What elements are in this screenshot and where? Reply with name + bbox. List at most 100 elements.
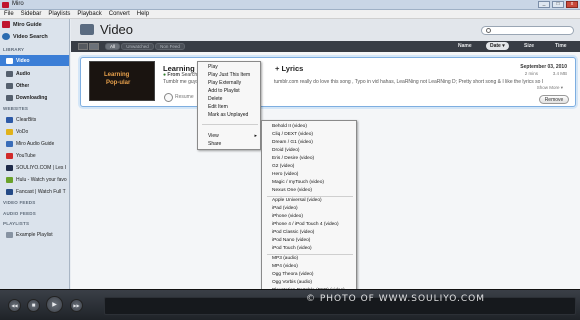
sidebar-item-video-search[interactable]: Video Search	[2, 33, 48, 40]
menu-item-play-externally[interactable]: Play Externally	[208, 80, 241, 86]
menu-item-view[interactable]: View	[208, 133, 219, 139]
sidebar-item-hulu[interactable]: Hulu - Watch your favo	[0, 174, 69, 185]
convert-option[interactable]: Droid (video)	[272, 148, 299, 153]
menu-item-add-to-playlist[interactable]: Add to Playlist	[208, 88, 240, 94]
menu-item-play-just-this-item[interactable]: Play Just This Item	[208, 72, 250, 78]
item-description: Tumblr me guys	[163, 79, 199, 85]
sidebar-item-downloading[interactable]: Downloading	[0, 92, 69, 103]
search-input[interactable]	[481, 26, 574, 35]
menu-item-mark-as-unplayed[interactable]: Mark as Unplayed	[208, 112, 248, 118]
menu-item-play[interactable]: Play	[208, 64, 218, 70]
item-size: 3.4 MB	[552, 71, 567, 76]
resume-button[interactable]: Resume	[175, 94, 194, 100]
player-bar: ◀◀ ■ ▶ ▶▶	[0, 289, 580, 320]
stop-button[interactable]: ■	[27, 299, 40, 312]
show-more-link[interactable]: Show More ▾	[537, 85, 563, 91]
thumbnail-text: Pop-ular	[106, 80, 131, 86]
sidebar-item-label: Hulu - Watch your favo	[16, 176, 67, 183]
thumbnail-text: Learning	[104, 72, 130, 78]
item-age: 2 mins	[524, 71, 538, 76]
filter-non-feed-button[interactable]: Non Feed	[155, 43, 185, 50]
sidebar-item-clearbits[interactable]: ClearBits	[0, 114, 69, 125]
sidebar-item-vodo[interactable]: VoDo	[0, 126, 69, 137]
menu-separator	[267, 254, 353, 255]
main-header: Video	[71, 19, 580, 41]
menu-item-delete[interactable]: Delete	[208, 96, 222, 102]
clearbits-icon	[6, 116, 13, 123]
sidebar-item-example-playlist[interactable]: Example Playlist	[0, 229, 69, 240]
convert-option[interactable]: MP3 (audio)	[272, 256, 298, 261]
menu-separator	[202, 124, 258, 125]
grid-view-icon[interactable]	[89, 43, 99, 50]
video-thumbnail[interactable]: Learning Pop-ular	[89, 61, 155, 101]
maximize-button[interactable]: □	[552, 1, 564, 8]
submenu-arrow-icon: ▸	[254, 133, 257, 139]
menu-item-edit-item[interactable]: Edit Item	[208, 104, 228, 110]
menu-sidebar[interactable]: Sidebar	[21, 11, 42, 17]
sidebar-item-miro-audio-guide[interactable]: Miro Audio Guide	[0, 138, 69, 149]
convert-option[interactable]: Ogg Theora (video)	[272, 272, 314, 277]
sidebar-item-video[interactable]: Video	[0, 55, 69, 66]
menu-convert[interactable]: Convert	[109, 11, 130, 17]
app-title: Miro	[12, 1, 24, 7]
from-label: From	[167, 72, 180, 78]
column-size[interactable]: Size	[524, 43, 534, 49]
sidebar-item-label: VoDo	[16, 128, 29, 135]
next-button[interactable]: ▶▶	[70, 299, 83, 312]
column-time[interactable]: Time	[555, 43, 567, 49]
menu-playback[interactable]: Playback	[77, 11, 101, 17]
sidebar-item-label: Video	[16, 57, 30, 64]
menu-file[interactable]: File	[4, 11, 14, 17]
convert-option[interactable]: Nexus One (video)	[272, 188, 312, 193]
convert-option[interactable]: iPad (video)	[272, 206, 298, 211]
convert-option[interactable]: iPod Nano (video)	[272, 238, 310, 243]
previous-button[interactable]: ◀◀	[8, 299, 21, 312]
sidebar-item-youtube[interactable]: YouTube	[0, 150, 69, 161]
list-item[interactable]: Learning Pop-ular Learning Lo + Lyrics ●…	[80, 57, 576, 107]
convert-option[interactable]: Cliq / DEXT (video)	[272, 132, 313, 137]
convert-option[interactable]: Magic / myTouch (video)	[272, 180, 324, 185]
sidebar-item-label: SOULIYO.COM | Les I	[16, 164, 67, 171]
play-icon[interactable]	[164, 93, 173, 102]
convert-option[interactable]: Eris / Desire (video)	[272, 156, 314, 161]
sidebar-item-label: Fancast | Watch Full T	[16, 188, 66, 195]
play-button[interactable]: ▶	[46, 296, 63, 313]
convert-option[interactable]: Ogg Vorbis (audio)	[272, 280, 312, 285]
sidebar-item-audio[interactable]: Audio	[0, 68, 69, 79]
sidebar-item-other[interactable]: Other	[0, 80, 69, 91]
previous-icon: ◀◀	[11, 303, 18, 308]
filter-unwatched-button[interactable]: Unwatched	[121, 43, 154, 50]
menu-item-share[interactable]: Share	[208, 141, 221, 147]
remove-button[interactable]: Remove	[539, 95, 569, 104]
sidebar-item-label: Other	[16, 82, 30, 89]
convert-option[interactable]: Apple Universal (video)	[272, 198, 322, 203]
list-view-icon[interactable]	[78, 43, 88, 50]
convert-option[interactable]: Behold II (video)	[272, 124, 307, 129]
convert-option[interactable]: iPhone 4 / iPod Touch 4 (video)	[272, 222, 339, 227]
column-name[interactable]: Name	[458, 43, 472, 49]
convert-option[interactable]: MP4 (video)	[272, 264, 298, 269]
menu-playlists[interactable]: Playlists	[48, 11, 70, 17]
convert-option[interactable]: Hero (video)	[272, 172, 298, 177]
sidebar-item-fancast[interactable]: Fancast | Watch Full T	[0, 186, 69, 197]
convert-option[interactable]: iPod Touch (video)	[272, 246, 312, 251]
column-date[interactable]: Date ▾	[486, 42, 509, 50]
audio-feeds-header: AUDIO FEEDS	[3, 211, 36, 216]
vodo-icon	[6, 128, 13, 135]
sidebar-item-souliyo[interactable]: SOULIYO.COM | Les I	[0, 162, 69, 173]
sidebar-item-label: Downloading	[16, 94, 48, 101]
convert-option[interactable]: iPhone (video)	[272, 214, 303, 219]
convert-option[interactable]: G2 (video)	[272, 164, 294, 169]
sidebar-item-label: ClearBits	[16, 116, 37, 123]
convert-option[interactable]: iPod Classic (video)	[272, 230, 314, 235]
filter-all-button[interactable]: All	[105, 43, 120, 50]
library-header: LIBRARY	[3, 47, 25, 52]
menu-help[interactable]: Help	[137, 11, 149, 17]
page-title: Video	[100, 22, 134, 37]
sidebar-item-label: Example Playlist	[16, 231, 53, 238]
close-button[interactable]: x	[566, 1, 578, 8]
minimize-button[interactable]: _	[538, 1, 550, 8]
convert-option[interactable]: Dream / G1 (video)	[272, 140, 313, 145]
sidebar-item-miro-guide[interactable]: Miro Guide	[2, 21, 42, 28]
websites-header: WEBSITES	[3, 106, 29, 111]
